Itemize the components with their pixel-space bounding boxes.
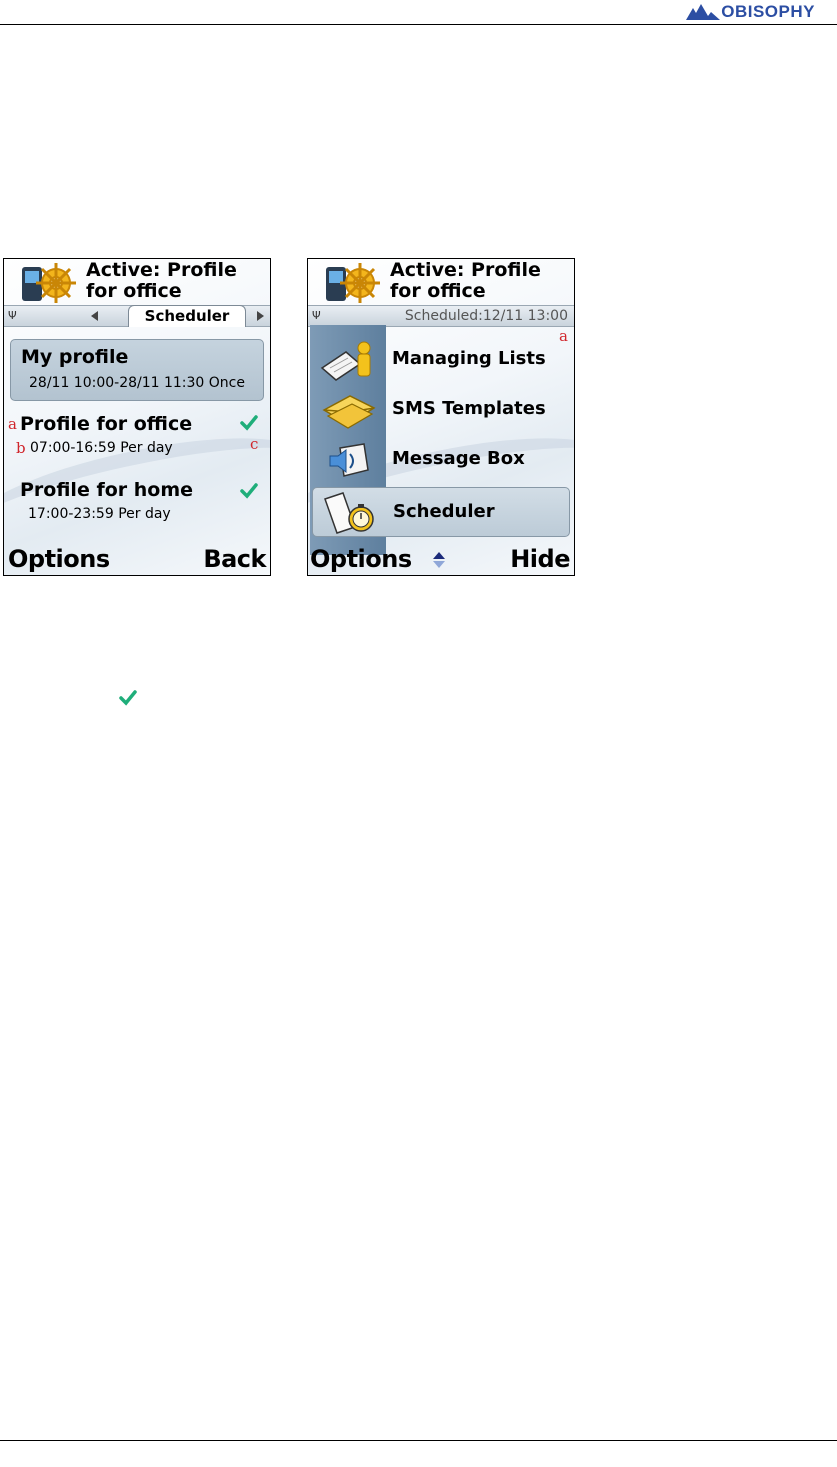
menu-item-managing-lists[interactable]: Managing Lists — [308, 335, 574, 385]
active-check-icon — [240, 483, 258, 499]
scheduled-status: Scheduled:12/11 13:00 — [404, 308, 568, 324]
inline-check-icon — [119, 690, 137, 706]
menu-item-sms-templates[interactable]: SMS Templates — [308, 385, 574, 435]
item-schedule: 07:00-16:59 Per day — [30, 440, 173, 456]
signal-icon: Ψ — [312, 309, 321, 322]
phone-screen-scheduler-list: Active: Profile for office Ψ Scheduler M… — [3, 258, 271, 576]
menu-item-message-box[interactable]: Message Box — [308, 435, 574, 485]
softkey-hide[interactable]: Hide — [510, 545, 570, 573]
item-title: My profile — [21, 346, 129, 368]
active-profile-title: Active: Profile for office — [86, 259, 237, 302]
tab-left-arrow-icon[interactable] — [90, 311, 100, 321]
menu-label: Managing Lists — [392, 348, 546, 369]
active-profile-title: Active: Profile for office — [390, 259, 541, 302]
app-wheel-icon — [22, 263, 76, 303]
screen-header: Active: Profile for office — [308, 259, 574, 307]
contacts-book-icon — [320, 341, 371, 381]
menu-item-scheduler[interactable]: Scheduler — [312, 487, 570, 537]
mobisophy-logo: OBISOPHY — [686, 2, 815, 22]
tab-bar: Ψ Scheduler — [4, 305, 270, 327]
menu-label: Message Box — [392, 448, 525, 469]
list-item-profile-office[interactable]: Profile for office 07:00-16:59 Per day — [10, 411, 264, 467]
menu-label: Scheduler — [393, 501, 495, 522]
item-schedule: 17:00-23:59 Per day — [28, 506, 171, 522]
header-rule — [0, 24, 837, 25]
item-title: Profile for office — [20, 413, 193, 435]
app-wheel-icon — [326, 263, 380, 303]
item-title: Profile for home — [20, 479, 194, 501]
signal-icon: Ψ — [8, 309, 17, 322]
annotation-b: b — [16, 439, 26, 457]
menu-label: SMS Templates — [392, 398, 546, 419]
screen-header: Active: Profile for office — [4, 259, 270, 307]
phone-screen-main-menu: Active: Profile for office Ψ Scheduled:1… — [307, 258, 575, 576]
active-check-icon — [240, 415, 258, 431]
scroll-indicator-icon — [433, 552, 445, 568]
tab-right-arrow-icon[interactable] — [255, 311, 265, 321]
annotation-a: a — [8, 415, 17, 433]
logo-text: OBISOPHY — [721, 2, 815, 21]
annotation-c: c — [250, 435, 259, 453]
status-bar: Ψ Scheduled:12/11 13:00 — [308, 305, 574, 327]
stopwatch-icon — [324, 492, 374, 534]
softkey-back[interactable]: Back — [203, 545, 266, 573]
envelope-icon — [322, 395, 376, 429]
item-schedule: 28/11 10:00-28/11 11:30 Once — [29, 375, 245, 391]
speaker-box-icon — [329, 443, 369, 477]
list-item-my-profile[interactable]: My profile 28/11 10:00-28/11 11:30 Once — [10, 339, 264, 401]
softkey-options[interactable]: Options — [8, 545, 110, 573]
tab-scheduler[interactable]: Scheduler — [128, 305, 246, 327]
logo-mark-icon — [686, 4, 721, 20]
list-item-profile-home[interactable]: Profile for home 17:00-23:59 Per day — [10, 477, 264, 533]
softkey-options[interactable]: Options — [310, 545, 412, 573]
footer-rule — [0, 1440, 837, 1441]
